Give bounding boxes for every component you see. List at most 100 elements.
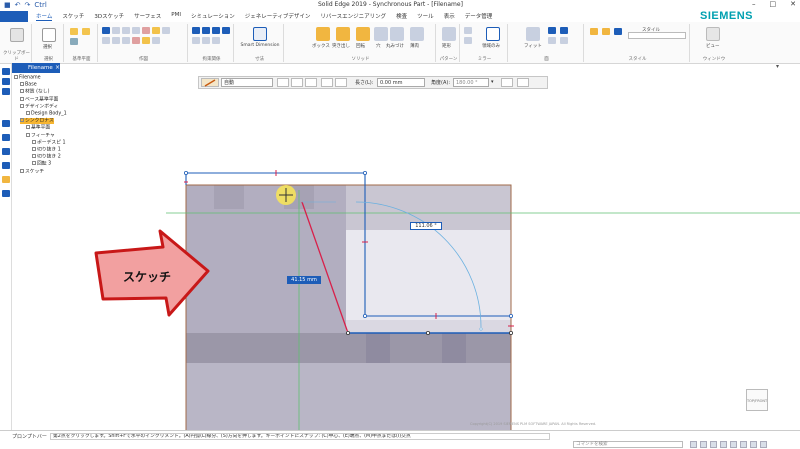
offset-icon[interactable]: [162, 27, 170, 34]
hole-icon[interactable]: [374, 27, 388, 41]
box-icon[interactable]: [316, 27, 330, 41]
file-tab[interactable]: [0, 11, 28, 22]
pattern-icon[interactable]: [442, 27, 456, 41]
command-search-input[interactable]: コマンドを検索: [573, 441, 683, 448]
view-cube-icon[interactable]: [614, 28, 622, 35]
window-arrange-icon[interactable]: [706, 27, 720, 41]
face-icon[interactable]: [548, 27, 556, 34]
parallel-icon[interactable]: [202, 27, 210, 34]
close-icon[interactable]: ✕: [790, 0, 796, 8]
tab-10[interactable]: 表示: [444, 12, 455, 21]
length-dimension[interactable]: 41.15 mm: [287, 276, 321, 284]
teamcenter-icon[interactable]: [2, 162, 10, 169]
pathfinder-icon[interactable]: [2, 68, 10, 75]
tree-item[interactable]: 切り抜き 1: [32, 147, 61, 153]
tab-4[interactable]: PMI: [171, 12, 181, 21]
save-icon[interactable]: ■: [4, 1, 11, 10]
smart-dimension-icon[interactable]: [253, 27, 267, 41]
tree-item[interactable]: シンクロナス: [20, 118, 54, 125]
plane-icon[interactable]: [82, 28, 90, 35]
trim-icon[interactable]: [142, 27, 150, 34]
family-icon[interactable]: [2, 134, 10, 141]
line-mode-icon[interactable]: [321, 78, 333, 87]
revolve-icon[interactable]: [356, 27, 370, 41]
fit-view-icon[interactable]: [720, 441, 727, 448]
tab-6[interactable]: ジェネレーティブデザイン: [245, 12, 311, 21]
angle-dimension[interactable]: 111.06 °: [410, 222, 442, 230]
tree-item[interactable]: Design Body_1: [26, 111, 67, 117]
view-orientation-badge[interactable]: TOP/FRONT: [746, 389, 768, 411]
length-field[interactable]: 0.00 mm: [377, 78, 425, 87]
qat-ctrl[interactable]: Ctrl: [34, 1, 46, 10]
sketch-view-icon[interactable]: [750, 441, 757, 448]
paste-icon[interactable]: [10, 28, 24, 42]
layers-icon[interactable]: [2, 78, 10, 85]
graphics-window[interactable]: [166, 90, 800, 430]
select-tool-icon[interactable]: [42, 28, 56, 42]
close-tab-icon[interactable]: ×: [55, 63, 61, 73]
tree-item[interactable]: Base: [20, 82, 37, 88]
tangent-icon[interactable]: [192, 37, 200, 44]
tab-menu-icon[interactable]: ▾: [776, 63, 779, 70]
horizontal-icon[interactable]: [222, 27, 230, 34]
arc-mode-icon[interactable]: [335, 78, 347, 87]
fillet-icon[interactable]: [112, 37, 120, 44]
rect-icon[interactable]: [132, 27, 140, 34]
view-cube-icon[interactable]: [602, 28, 610, 35]
tab-2[interactable]: 3Dスケッチ: [94, 12, 124, 21]
mirror-icon[interactable]: [464, 27, 472, 34]
tree-item[interactable]: 基準平面: [26, 125, 50, 131]
maximize-icon[interactable]: □: [770, 0, 777, 8]
lineweight-icon[interactable]: [305, 78, 317, 87]
options-icon[interactable]: [517, 78, 529, 87]
chamfer-icon[interactable]: [122, 37, 130, 44]
line-style-icon[interactable]: [501, 78, 513, 87]
style-dropdown[interactable]: [628, 32, 686, 39]
angle-field[interactable]: 180.00 °: [453, 78, 489, 87]
face-icon[interactable]: [560, 27, 568, 34]
rotate-icon[interactable]: [152, 37, 160, 44]
feature-library-icon[interactable]: [2, 148, 10, 155]
parts-icon[interactable]: [2, 190, 10, 197]
tree-item[interactable]: スケッチ: [20, 168, 44, 175]
tab-8[interactable]: 検査: [396, 12, 407, 21]
tree-item[interactable]: デザインボディ: [20, 103, 58, 110]
mode-dropdown[interactable]: 自動: [221, 78, 273, 87]
zoom-icon[interactable]: [690, 441, 697, 448]
perpendicular-icon[interactable]: [212, 27, 220, 34]
tab-3[interactable]: サーフェス: [134, 12, 161, 21]
tree-item[interactable]: ポーデスピ 1: [32, 139, 66, 146]
chevron-down-icon[interactable]: ▾: [491, 78, 497, 87]
circle-icon[interactable]: [122, 27, 130, 34]
tab-0[interactable]: ホーム: [36, 12, 53, 21]
mirror-icon[interactable]: [464, 37, 472, 44]
minimize-icon[interactable]: –: [752, 0, 756, 8]
extend-icon[interactable]: [132, 37, 140, 44]
tab-11[interactable]: データ管理: [465, 12, 493, 21]
shading-icon[interactable]: [730, 441, 737, 448]
symmetric-icon[interactable]: [212, 37, 220, 44]
undo-icon[interactable]: ↶: [15, 1, 21, 10]
mirror-icon[interactable]: [152, 27, 160, 34]
tree-item[interactable]: ベース基準平面: [20, 96, 58, 103]
thin-icon[interactable]: [410, 27, 424, 41]
connect-icon[interactable]: [192, 27, 200, 34]
tree-item[interactable]: 回転 3: [32, 161, 51, 167]
extrude-icon[interactable]: [336, 27, 350, 41]
line-tool-button[interactable]: [201, 78, 219, 87]
tree-item[interactable]: 材質 (なし): [20, 89, 49, 95]
redo-icon[interactable]: ↷: [25, 1, 31, 10]
library-icon[interactable]: [2, 88, 10, 95]
round-icon[interactable]: [390, 27, 404, 41]
tab-1[interactable]: スケッチ: [62, 12, 84, 21]
line-icon[interactable]: [102, 27, 110, 34]
equal-icon[interactable]: [202, 37, 210, 44]
key-icon[interactable]: [2, 176, 10, 183]
tree-item[interactable]: Filename: [14, 75, 41, 81]
color-icon[interactable]: [277, 78, 289, 87]
sketch-region-icon[interactable]: [486, 27, 500, 41]
plane-icon[interactable]: [70, 28, 78, 35]
render-icon[interactable]: [760, 441, 767, 448]
fit-icon[interactable]: [526, 27, 540, 41]
plane-icon[interactable]: [70, 38, 78, 45]
